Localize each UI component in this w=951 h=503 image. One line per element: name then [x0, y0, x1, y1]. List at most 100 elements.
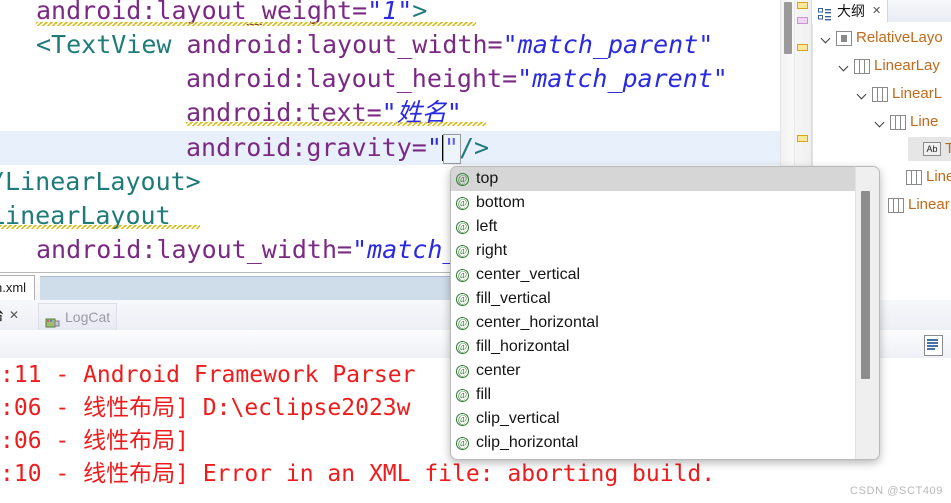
- code-token: ": [426, 133, 442, 162]
- attribute-value-icon: @: [456, 268, 469, 282]
- tab-console-label: 台: [0, 303, 4, 327]
- content-assist-item[interactable]: @ fill: [451, 383, 855, 407]
- outline-tree-node[interactable]: Ab Te: [908, 137, 951, 161]
- attribute-value-icon: @: [456, 364, 469, 378]
- chevron-down-icon[interactable]: [857, 89, 868, 100]
- content-assist-item-label: fill_vertical: [476, 290, 551, 307]
- close-icon[interactable]: ✕: [872, 0, 881, 22]
- overview-ruler-marker[interactable]: [797, 135, 808, 142]
- content-assist-item[interactable]: @ center_vertical: [451, 263, 855, 287]
- content-assist-item-label: clip_vertical: [476, 410, 560, 427]
- content-assist-item-label: left: [476, 218, 498, 235]
- attribute-value-icon: @: [456, 292, 469, 306]
- attribute-value-icon: @: [456, 436, 469, 450]
- code-token: android:gravity=: [186, 133, 427, 162]
- code-line[interactable]: android:gravity=""/>: [0, 131, 790, 165]
- code-token: "match_parent": [517, 64, 728, 93]
- content-assist-item[interactable]: @ clip_horizontal: [451, 431, 855, 455]
- attribute-value-icon: @: [456, 196, 469, 210]
- code-line[interactable]: android:layout_width="match_: [0, 233, 457, 267]
- attribute-value-icon: @: [456, 172, 469, 186]
- content-assist-item[interactable]: @ fill_vertical: [451, 287, 855, 311]
- outline-node-label: Line: [910, 113, 939, 130]
- code-line[interactable]: /LinearLayout>: [0, 165, 201, 199]
- content-assist-scrollbar[interactable]: [855, 167, 879, 459]
- outline-node-label: LinearL: [892, 85, 943, 102]
- code-token: android:layout_width=: [36, 235, 353, 264]
- content-assist-item-label: center_horizontal: [476, 314, 599, 331]
- watermark: CSDN @SCT409: [850, 485, 943, 497]
- eclipse-ide-window: android:layout_weight="1"> <TextView andr…: [0, 0, 951, 503]
- close-icon[interactable]: ✕: [9, 303, 19, 327]
- warning-squiggle: [0, 225, 200, 229]
- code-line[interactable]: <TextView android:layout_width="match_pa…: [0, 28, 713, 62]
- content-assist-item[interactable]: @ right: [451, 239, 855, 263]
- linearlayout-icon: [890, 114, 906, 130]
- code-line[interactable]: android:layout_height="match_parent": [0, 62, 728, 96]
- attribute-value-icon: @: [456, 412, 469, 426]
- outline-tree-node[interactable]: LinearL: [857, 82, 942, 106]
- chevron-down-icon[interactable]: [875, 117, 886, 128]
- linearlayout-icon: [906, 169, 922, 185]
- logcat-icon: [45, 311, 60, 328]
- outline-node-label: LinearLay: [874, 57, 940, 74]
- content-assist-item[interactable]: @ left: [451, 215, 855, 239]
- relativelayout-icon: [836, 30, 852, 46]
- warning-squiggle: [36, 22, 476, 26]
- textview-icon: Ab: [923, 142, 941, 156]
- content-assist-item-label: center: [476, 362, 521, 379]
- overview-ruler-marker[interactable]: [797, 44, 808, 51]
- chevron-down-icon[interactable]: [821, 33, 832, 44]
- outline-view-header: 大纲 ✕: [812, 0, 951, 22]
- linearlayout-icon: [872, 86, 888, 102]
- open-console-document-icon[interactable]: [924, 335, 943, 356]
- content-assist-item[interactable]: @ bottom: [451, 191, 855, 215]
- attribute-value-icon: @: [456, 220, 469, 234]
- caret-highlight-box: [443, 134, 461, 164]
- outline-tab-label: 大纲: [837, 3, 865, 19]
- code-token: android:layout_width=: [186, 30, 503, 59]
- content-assist-item-label: fill_horizontal: [476, 338, 570, 355]
- code-token: android:layout_height=: [186, 64, 518, 93]
- outline-node-label: LinearL: [908, 196, 951, 213]
- outline-node-label: Line: [926, 168, 951, 185]
- chevron-down-icon[interactable]: [839, 61, 850, 72]
- outline-tree-node[interactable]: RelativeLayo: [821, 26, 943, 50]
- tab-console[interactable]: 台 ✕: [0, 303, 25, 327]
- content-assist-item-label: top: [476, 170, 499, 187]
- code-token: />: [458, 133, 490, 162]
- scrollbar-thumb[interactable]: [861, 191, 870, 379]
- outline-view-tab[interactable]: 大纲 ✕: [812, 0, 889, 22]
- overview-ruler-marker[interactable]: [797, 2, 808, 9]
- outline-node-label: RelativeLayo: [856, 29, 943, 46]
- content-assist-list[interactable]: @ top @ bottom @ left @ right @ center_vertical @ f…: [451, 167, 855, 459]
- tab-logcat[interactable]: LogCat: [38, 303, 118, 330]
- console-line: :06 - 线性布局]: [0, 428, 189, 454]
- console-line: :10 - 线性布局] Error in an XML file: aborti…: [0, 461, 716, 487]
- content-assist-item[interactable]: @ center: [451, 359, 855, 383]
- content-assist-item[interactable]: @ fill_horizontal: [451, 335, 855, 359]
- content-assist-item-label: bottom: [476, 194, 525, 211]
- overview-ruler-marker[interactable]: [797, 17, 808, 24]
- content-assist-item-label: right: [476, 242, 508, 259]
- editor-tab-xml-file[interactable]: n.xml: [0, 275, 36, 300]
- code-token: "match_: [352, 235, 458, 264]
- content-assist-item[interactable]: @ clip_vertical: [451, 407, 855, 431]
- code-token: /LinearLayout>: [0, 167, 201, 196]
- content-assist-item-label: fill: [476, 386, 492, 403]
- content-assist-item[interactable]: @ center_horizontal: [451, 311, 855, 335]
- outline-tree-node[interactable]: Line: [875, 110, 938, 134]
- outline-tree-node[interactable]: LinearL: [873, 193, 951, 217]
- outline-icon: [818, 5, 832, 20]
- content-assist-popup[interactable]: @ top @ bottom @ left @ right @ center_vertical @ f…: [450, 166, 880, 460]
- outline-node-label: Te: [945, 140, 951, 157]
- attribute-value-icon: @: [456, 340, 469, 354]
- content-assist-item[interactable]: @ top: [451, 167, 855, 191]
- tab-logcat-label: LogCat: [65, 309, 111, 325]
- scrollbar-thumb[interactable]: [784, 2, 792, 54]
- attribute-value-icon: @: [456, 244, 469, 258]
- outline-tree-node[interactable]: LinearLay: [839, 54, 940, 78]
- outline-tree-node[interactable]: Line: [891, 165, 951, 189]
